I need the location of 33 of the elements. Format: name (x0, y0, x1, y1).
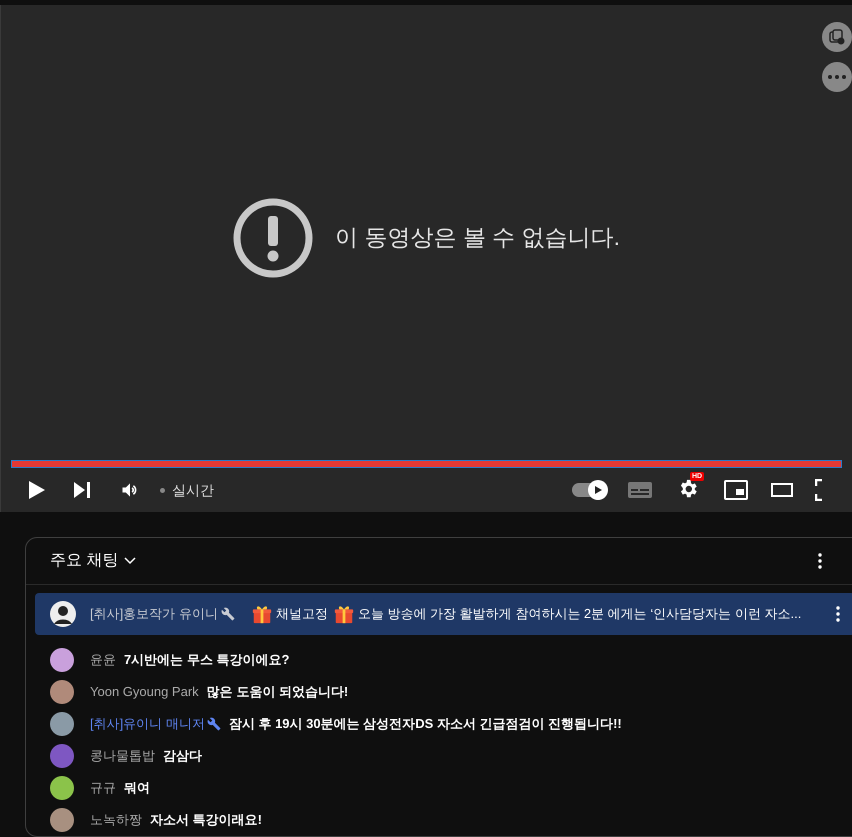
author-name: 규규 (90, 779, 116, 798)
author-name: [취사]유이니 매니저 (90, 715, 205, 734)
miniplayer-icon[interactable] (724, 480, 748, 500)
wrench-icon (220, 607, 235, 621)
more-icon[interactable] (836, 606, 840, 622)
chat-mode-dropdown[interactable]: 주요 채팅 (50, 549, 136, 573)
error-message: 이 동영상은 볼 수 없습니다. (335, 223, 620, 252)
author-name: 콩나물톱밥 (90, 747, 155, 766)
message-text: 뭐여 (124, 779, 150, 798)
wrench-icon (206, 717, 221, 731)
message-text: 오늘 방송에 가장 활발하게 참여하시는 2분 에게는 ‘인사담당자는 이런 자소... (358, 605, 802, 624)
more-icon[interactable] (818, 553, 822, 569)
play-icon[interactable] (26, 480, 46, 500)
theater-icon[interactable] (771, 483, 793, 497)
message-text: 채널고정 (276, 605, 328, 624)
author-name: 노녹하짱 (90, 811, 142, 830)
author-name: 윤윤 (90, 651, 116, 670)
author-name: [취사]홍보작가 유이니 (90, 605, 218, 624)
message-text: 많은 도움이 되었습니다! (206, 683, 348, 702)
message-text: 감삼다 (163, 747, 202, 766)
next-icon[interactable] (73, 481, 91, 499)
live-label[interactable]: 실시간 (172, 480, 214, 500)
author-name: Yoon Gyoung Park (90, 683, 199, 702)
autoplay-toggle[interactable] (572, 483, 606, 497)
avatar-icon (50, 601, 76, 627)
playlist-icon[interactable] (822, 22, 852, 52)
play-icon (594, 486, 602, 494)
message-text: 자소서 특강이래요! (150, 811, 262, 830)
error-icon (233, 198, 314, 278)
message-text: 잠시 후 19시 30분에는 삼성전자DS 자소서 긴급점검이 진행됩니다!! (228, 715, 622, 734)
message-text: 7시반에는 무스 특강이에요? (124, 651, 290, 670)
subtitles-icon[interactable] (628, 480, 652, 500)
chevron-down-icon (124, 557, 136, 565)
